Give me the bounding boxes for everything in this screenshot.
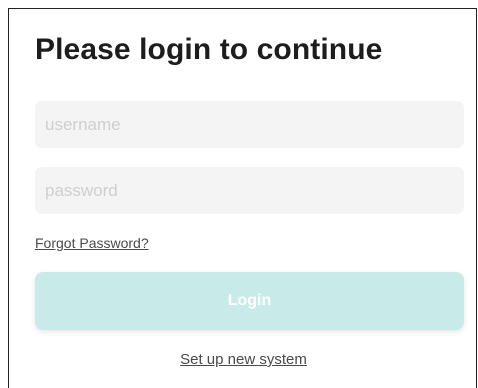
password-field-wrapper [35, 167, 464, 214]
page-title: Please login to continue [35, 33, 383, 66]
forgot-password-link[interactable]: Forgot Password? [35, 235, 149, 251]
setup-new-system-link[interactable]: Set up new system [180, 351, 307, 368]
username-field-wrapper [35, 101, 464, 148]
setup-new-system-container: Set up new system [9, 351, 478, 368]
password-input[interactable] [35, 167, 464, 214]
login-button[interactable]: Login [35, 272, 464, 330]
username-input[interactable] [35, 101, 464, 148]
login-card: Please login to continue Forgot Password… [8, 8, 477, 388]
